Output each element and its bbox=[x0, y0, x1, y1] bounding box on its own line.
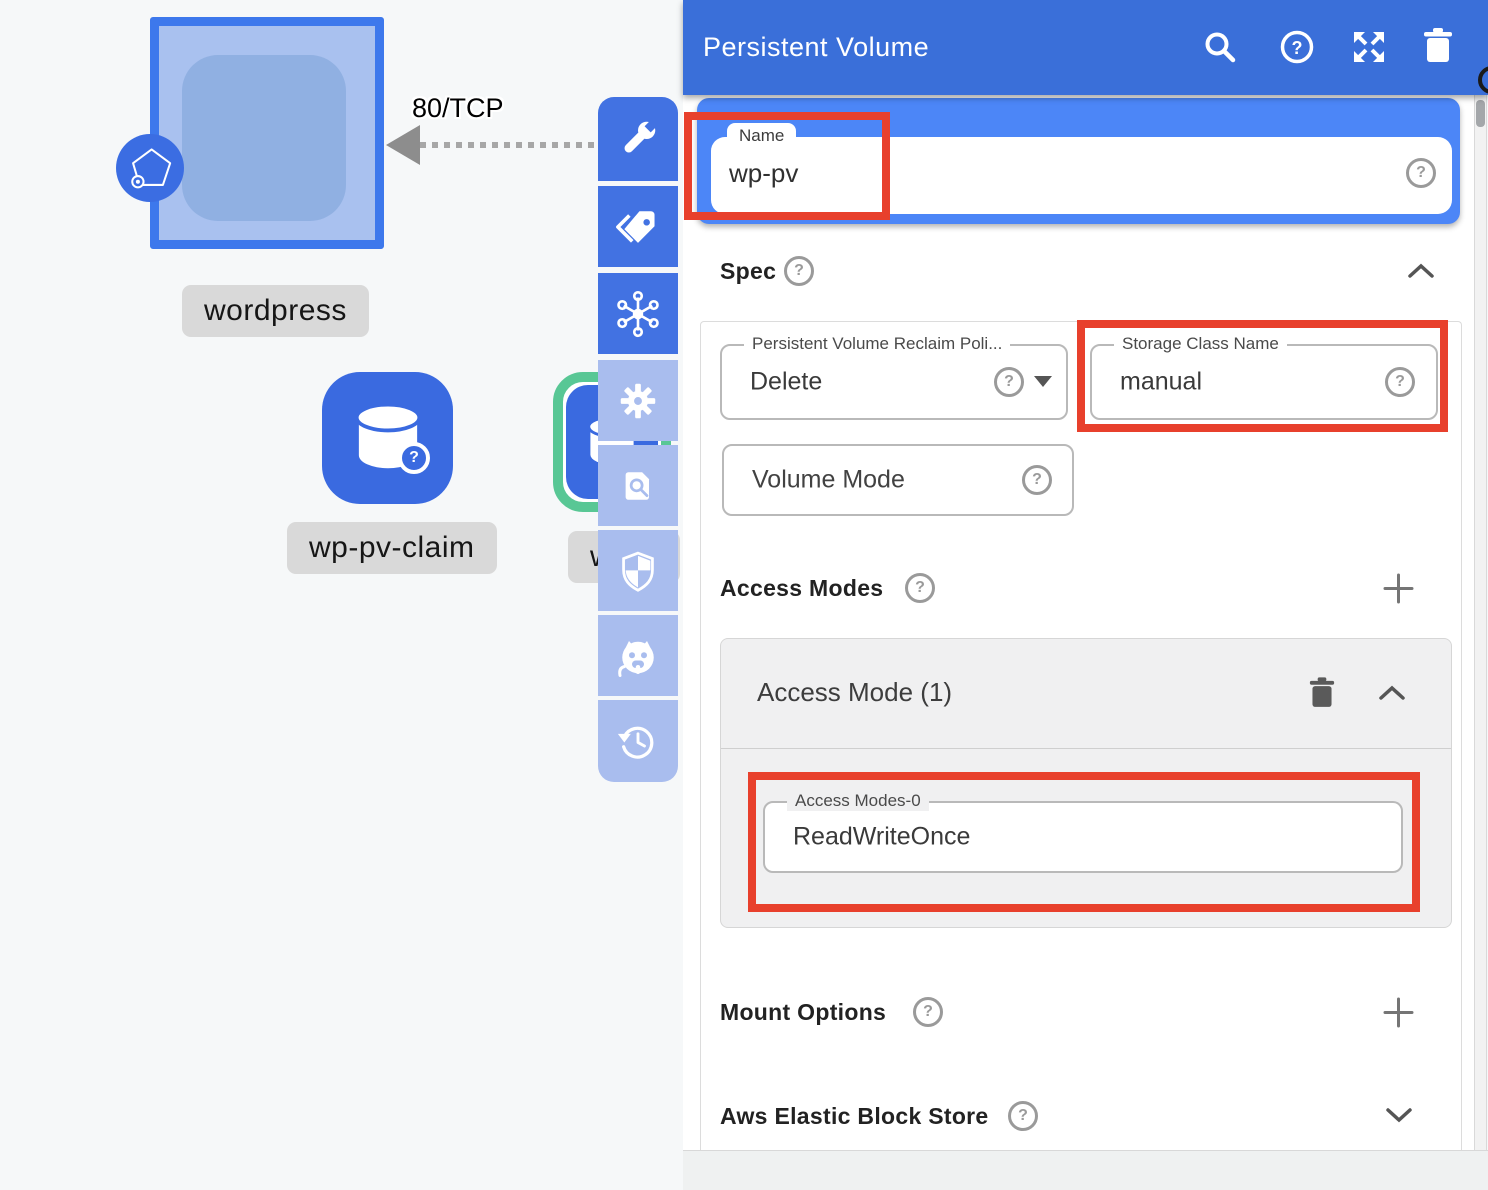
aws-ebs-help-badge[interactable]: ? bbox=[1008, 1101, 1038, 1131]
panel-scrollbar-track[interactable] bbox=[1474, 95, 1487, 1151]
shield-icon bbox=[616, 548, 660, 594]
hub-icon bbox=[614, 290, 662, 338]
node-label-wp-pv-claim: wp-pv-claim bbox=[287, 522, 497, 574]
mount-options-help-badge[interactable]: ? bbox=[913, 997, 943, 1027]
access-modes-help-badge[interactable]: ? bbox=[905, 573, 935, 603]
name-input[interactable] bbox=[711, 137, 1452, 214]
reclaim-policy-label: Persistent Volume Reclaim Poli... bbox=[744, 334, 1010, 354]
pod-badge[interactable] bbox=[116, 134, 184, 202]
app-window: wordpress 80/TCP ? wp-pv-claim w bbox=[0, 0, 1488, 1190]
fullscreen-icon[interactable] bbox=[1351, 29, 1387, 70]
toolbar-inspect-button[interactable] bbox=[598, 445, 678, 526]
reclaim-policy-help-badge[interactable]: ? bbox=[994, 367, 1024, 397]
reclaim-policy-value: Delete bbox=[750, 368, 822, 397]
toolbar-wrench-button[interactable] bbox=[598, 97, 678, 181]
edge-dotted-line bbox=[420, 142, 602, 148]
reclaim-policy-field[interactable]: Persistent Volume Reclaim Poli... Delete… bbox=[720, 344, 1068, 420]
edge-arrowhead bbox=[386, 125, 420, 165]
node-wordpress-inner bbox=[182, 55, 346, 221]
name-field-label: Name bbox=[727, 123, 796, 149]
storage-class-help-badge[interactable]: ? bbox=[1385, 367, 1415, 397]
panel-bottom-border bbox=[683, 1150, 1488, 1151]
doc-search-icon bbox=[616, 464, 660, 508]
diagram-canvas[interactable]: wordpress 80/TCP ? wp-pv-claim w bbox=[0, 0, 683, 1190]
name-field-value: wp-pv bbox=[729, 158, 798, 189]
access-mode-0-label: Access Modes-0 bbox=[787, 791, 929, 811]
volume-mode-help-badge[interactable]: ? bbox=[1022, 465, 1052, 495]
toolbar-settings-button[interactable] bbox=[598, 360, 678, 441]
gear-icon bbox=[615, 378, 661, 424]
storage-class-field[interactable]: Storage Class Name manual ? bbox=[1090, 344, 1438, 420]
search-icon[interactable] bbox=[1202, 29, 1238, 70]
aws-ebs-expand-chevron[interactable] bbox=[1384, 1106, 1414, 1129]
toolbar-security-button[interactable] bbox=[598, 530, 678, 611]
access-mode-collapse-chevron[interactable] bbox=[1377, 684, 1407, 707]
edge-label: 80/TCP bbox=[412, 93, 504, 124]
access-modes-title: Access Modes bbox=[720, 575, 883, 602]
wrench-icon bbox=[615, 116, 661, 162]
pentagon-pod-icon bbox=[124, 143, 176, 193]
volume-mode-placeholder: Volume Mode bbox=[752, 466, 905, 495]
question-badge: ? bbox=[398, 442, 430, 474]
spec-collapse-chevron[interactable] bbox=[1406, 262, 1436, 285]
history-icon bbox=[615, 718, 661, 764]
access-mode-card-header[interactable]: Access Mode (1) bbox=[721, 639, 1451, 749]
node-label-wordpress: wordpress bbox=[182, 285, 369, 337]
spec-section-title: Spec bbox=[720, 258, 776, 285]
node-wordpress[interactable] bbox=[150, 17, 384, 249]
reclaim-policy-caret-icon[interactable] bbox=[1034, 376, 1052, 387]
storage-class-label: Storage Class Name bbox=[1114, 334, 1287, 354]
panel-title: Persistent Volume bbox=[703, 32, 929, 63]
help-icon[interactable]: ? bbox=[1279, 29, 1315, 70]
access-mode-0-value: ReadWriteOnce bbox=[793, 823, 970, 852]
access-mode-0-field[interactable]: Access Modes-0 ReadWriteOnce bbox=[763, 801, 1403, 873]
toolbar-github-button[interactable] bbox=[598, 615, 678, 696]
delete-icon[interactable] bbox=[1423, 28, 1453, 69]
spec-help-badge[interactable]: ? bbox=[784, 256, 814, 286]
toolbar-tags-button[interactable] bbox=[598, 186, 678, 267]
access-mode-card: Access Mode (1) Access Modes-0 ReadWrite… bbox=[720, 638, 1452, 928]
toolbar-history-button[interactable] bbox=[598, 700, 678, 782]
mount-options-add-button[interactable] bbox=[1382, 996, 1415, 1034]
name-section: Name wp-pv ? bbox=[697, 98, 1460, 224]
toolbar-hub-button[interactable] bbox=[598, 273, 678, 354]
access-mode-delete-icon[interactable] bbox=[1309, 677, 1335, 714]
svg-text:?: ? bbox=[1292, 38, 1303, 58]
panel-scrollbar-thumb[interactable] bbox=[1476, 100, 1485, 127]
mount-options-title: Mount Options bbox=[720, 999, 886, 1026]
aws-ebs-title: Aws Elastic Block Store bbox=[720, 1103, 989, 1130]
name-help-badge[interactable]: ? bbox=[1406, 158, 1436, 188]
panel-bottom-strip bbox=[683, 1151, 1488, 1190]
access-modes-add-button[interactable] bbox=[1382, 572, 1415, 610]
storage-class-value: manual bbox=[1120, 368, 1202, 397]
github-icon bbox=[614, 632, 662, 680]
tags-icon bbox=[615, 204, 661, 250]
access-mode-card-title: Access Mode (1) bbox=[757, 677, 952, 708]
volume-mode-field[interactable]: Volume Mode ? bbox=[722, 444, 1074, 516]
node-wp-pv-claim[interactable] bbox=[322, 372, 453, 504]
